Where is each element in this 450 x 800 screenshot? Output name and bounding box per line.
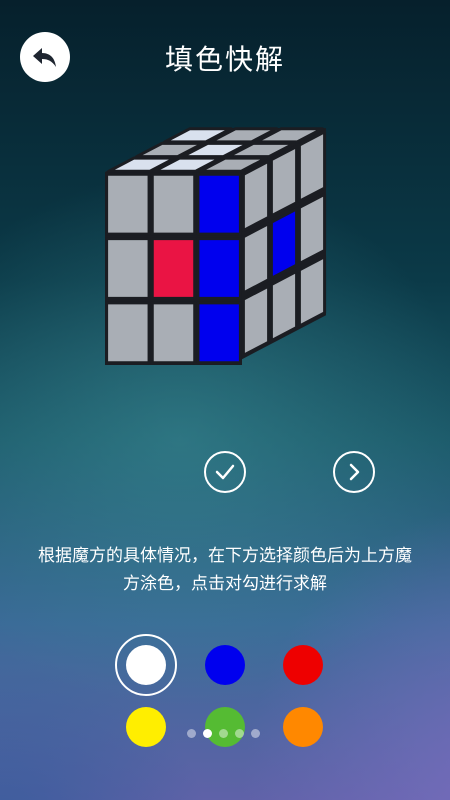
page-dot [251,729,260,738]
cube-front-sticker[interactable] [150,172,197,236]
cube-front-sticker[interactable] [196,237,242,300]
cube-right-sticker[interactable] [241,159,271,233]
cube-right-sticker[interactable] [297,192,327,266]
header: 填色快解 [0,0,450,110]
cube-front-sticker[interactable] [196,301,242,365]
cube-front-sticker[interactable] [150,237,197,300]
swatch-white[interactable] [126,645,166,685]
cube-right-sticker[interactable] [297,255,327,328]
page-indicator [187,729,260,739]
cube-view[interactable] [95,110,355,380]
cube-front-sticker[interactable] [150,301,197,365]
cube-right-sticker[interactable] [269,269,299,343]
chevron-right-icon [349,463,360,481]
page-dot [203,729,212,738]
page-dot [219,729,228,738]
cube-front-sticker[interactable] [105,301,151,365]
swatch-orange[interactable] [283,707,323,747]
swatch-green[interactable] [205,707,245,747]
rubiks-cube[interactable] [95,110,355,380]
cube-right-sticker[interactable] [269,145,299,218]
page-dot [235,729,244,738]
cube-right-sticker[interactable] [241,284,271,357]
confirm-button[interactable] [204,451,246,493]
page-title: 填色快解 [164,43,285,76]
selected-swatch-ring[interactable] [115,634,177,696]
cube-front-sticker[interactable] [105,237,151,300]
swatch-red[interactable] [283,645,323,685]
swatch-yellow[interactable] [126,707,166,747]
next-button[interactable] [333,451,375,493]
swatch-blue[interactable] [205,645,245,685]
page-dot [187,729,196,738]
cube-front-sticker[interactable] [105,172,151,236]
cube-right-sticker[interactable] [269,207,299,280]
check-icon [215,464,235,480]
cube-right-sticker[interactable] [241,222,271,295]
instruction-text: 根据魔方的具体情况，在下方选择颜色后为上方魔方涂色，点击对勾进行求解 [38,546,412,594]
cube-right-sticker[interactable] [297,130,327,203]
cube-front-sticker[interactable] [196,172,242,236]
